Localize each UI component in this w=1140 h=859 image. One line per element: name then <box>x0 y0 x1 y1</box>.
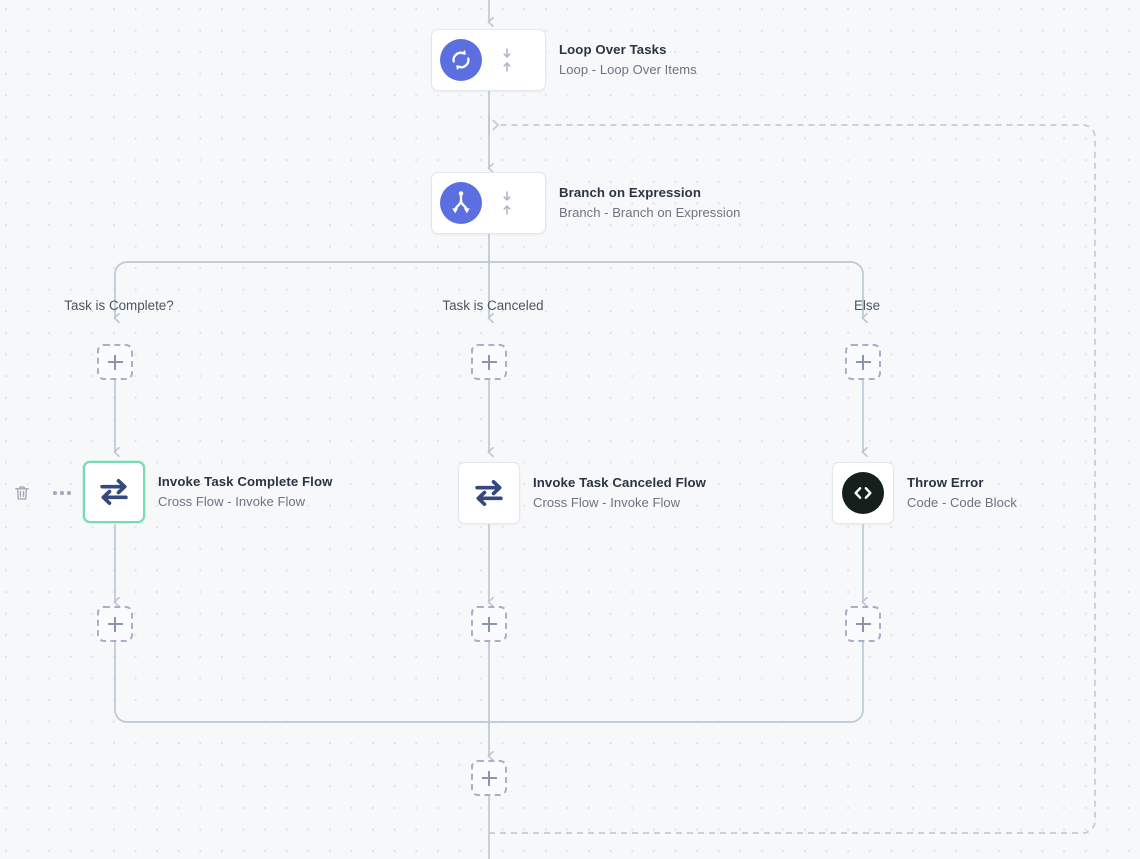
more-dots <box>53 491 71 495</box>
node-branch-on-expression[interactable]: Branch on Expression Branch - Branch on … <box>431 172 740 234</box>
add-step-canceled-lower[interactable] <box>471 606 507 642</box>
add-step-else-upper[interactable] <box>845 344 881 380</box>
node-title: Invoke Task Canceled Flow <box>533 475 707 491</box>
collapse-toggle[interactable] <box>500 188 514 218</box>
node-card[interactable] <box>83 461 145 523</box>
node-label-group: Invoke Task Canceled Flow Cross Flow - I… <box>533 476 706 510</box>
add-step-merge[interactable] <box>471 760 507 796</box>
more-options-icon[interactable] <box>52 483 72 503</box>
node-card[interactable] <box>431 172 546 234</box>
add-step-canceled-upper[interactable] <box>471 344 507 380</box>
branch-label-canceled: Task is Canceled <box>442 298 544 313</box>
node-subtitle: Loop - Loop Over Items <box>559 62 697 78</box>
node-subtitle: Code - Code Block <box>907 495 1017 511</box>
code-brackets-icon <box>842 472 884 514</box>
branch-fork-icon <box>440 182 482 224</box>
node-label-group: Throw Error Code - Code Block <box>907 476 1017 510</box>
node-title: Invoke Task Complete Flow <box>158 474 333 490</box>
node-subtitle: Branch - Branch on Expression <box>559 205 741 221</box>
branch-label-complete: Task is Complete? <box>64 298 174 313</box>
node-title: Branch on Expression <box>559 185 701 201</box>
workflow-canvas[interactable]: Loop Over Tasks Loop - Loop Over Items B… <box>0 0 1140 859</box>
node-label-group: Loop Over Tasks Loop - Loop Over Items <box>559 43 697 77</box>
branch-label-else: Else <box>853 298 881 313</box>
node-card[interactable] <box>832 462 894 524</box>
node-loop-over-tasks[interactable]: Loop Over Tasks Loop - Loop Over Items <box>431 29 697 91</box>
node-card[interactable] <box>458 462 520 524</box>
node-invoke-task-complete-flow[interactable]: Invoke Task Complete Flow Cross Flow - I… <box>83 461 332 523</box>
node-title: Throw Error <box>907 475 984 491</box>
node-throw-error[interactable]: Throw Error Code - Code Block <box>832 462 1017 524</box>
trash-icon[interactable] <box>12 483 32 503</box>
node-card[interactable] <box>431 29 546 91</box>
node-title: Loop Over Tasks <box>559 42 667 58</box>
edge-layer <box>113 0 1096 859</box>
collapse-toggle[interactable] <box>500 45 514 75</box>
node-toolbar[interactable] <box>12 483 72 503</box>
add-step-complete-upper[interactable] <box>97 344 133 380</box>
add-step-else-lower[interactable] <box>845 606 881 642</box>
node-subtitle: Cross Flow - Invoke Flow <box>158 494 306 510</box>
node-label-group: Branch on Expression Branch - Branch on … <box>559 186 740 220</box>
loop-refresh-icon <box>440 39 482 81</box>
node-invoke-task-canceled-flow[interactable]: Invoke Task Canceled Flow Cross Flow - I… <box>458 462 706 524</box>
swap-arrows-icon <box>92 470 136 514</box>
add-step-complete-lower[interactable] <box>97 606 133 642</box>
node-label-group: Invoke Task Complete Flow Cross Flow - I… <box>158 475 332 509</box>
node-subtitle: Cross Flow - Invoke Flow <box>533 495 681 511</box>
swap-arrows-icon <box>467 471 511 515</box>
